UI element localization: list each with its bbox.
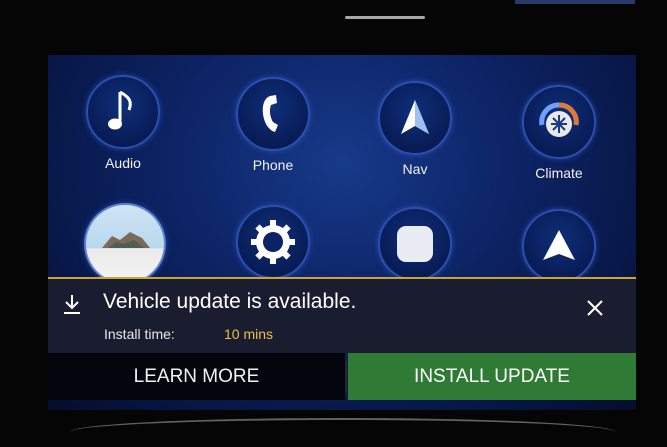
music-note-icon	[108, 90, 132, 130]
install-time-value: 10 mins	[224, 326, 274, 342]
bezel-top-accent	[515, 0, 635, 4]
download-icon	[64, 295, 80, 314]
app-tile-climate[interactable]: Climate	[504, 85, 614, 181]
app-tile-audio[interactable]: Audio	[68, 75, 178, 171]
notification-title: Vehicle update is available.	[103, 290, 357, 313]
app-tile-photos[interactable]	[70, 203, 180, 285]
install-time-label: Install time:	[104, 326, 175, 342]
app-label-audio: Audio	[105, 155, 141, 171]
app-tile-nav-2[interactable]	[504, 209, 614, 283]
close-icon[interactable]	[584, 297, 606, 319]
update-notification: Vehicle update is available. Install tim…	[48, 277, 636, 355]
nav-arrow-icon	[401, 100, 429, 134]
bezel-bottom-trim	[70, 418, 615, 432]
app-tile-nav[interactable]: Nav	[360, 81, 470, 177]
phone-icon	[262, 95, 278, 132]
photo-icon	[102, 232, 150, 248]
nav-icon-circle[interactable]	[378, 81, 452, 155]
app-label-climate: Climate	[535, 165, 583, 181]
bezel-top-trim	[345, 16, 425, 19]
infotainment-screen: Audio Phone Nav Climate Vehicle update i…	[48, 55, 636, 410]
app-square-icon	[397, 226, 433, 262]
app-tile-settings[interactable]	[218, 205, 328, 279]
nav-arrow-icon	[543, 230, 575, 260]
app-tile-phone[interactable]: Phone	[218, 77, 328, 173]
install-update-button[interactable]: INSTALL UPDATE	[348, 353, 636, 400]
climate-icon	[539, 102, 579, 137]
settings-gear-icon	[251, 220, 295, 264]
app-square-icon-circle[interactable]	[378, 207, 452, 281]
app-label-nav: Nav	[402, 161, 428, 177]
phone-icon-circle[interactable]	[236, 77, 310, 151]
audio-icon-circle[interactable]	[86, 75, 160, 149]
button-divider	[345, 361, 347, 393]
app-label-phone: Phone	[252, 157, 294, 173]
photo-icon-circle[interactable]	[84, 203, 166, 285]
nav-2-icon-circle[interactable]	[522, 209, 596, 283]
settings-icon-circle[interactable]	[236, 205, 310, 279]
app-tile-generic[interactable]	[360, 207, 470, 281]
climate-icon-circle[interactable]	[522, 85, 596, 159]
learn-more-button[interactable]: LEARN MORE	[48, 353, 345, 400]
